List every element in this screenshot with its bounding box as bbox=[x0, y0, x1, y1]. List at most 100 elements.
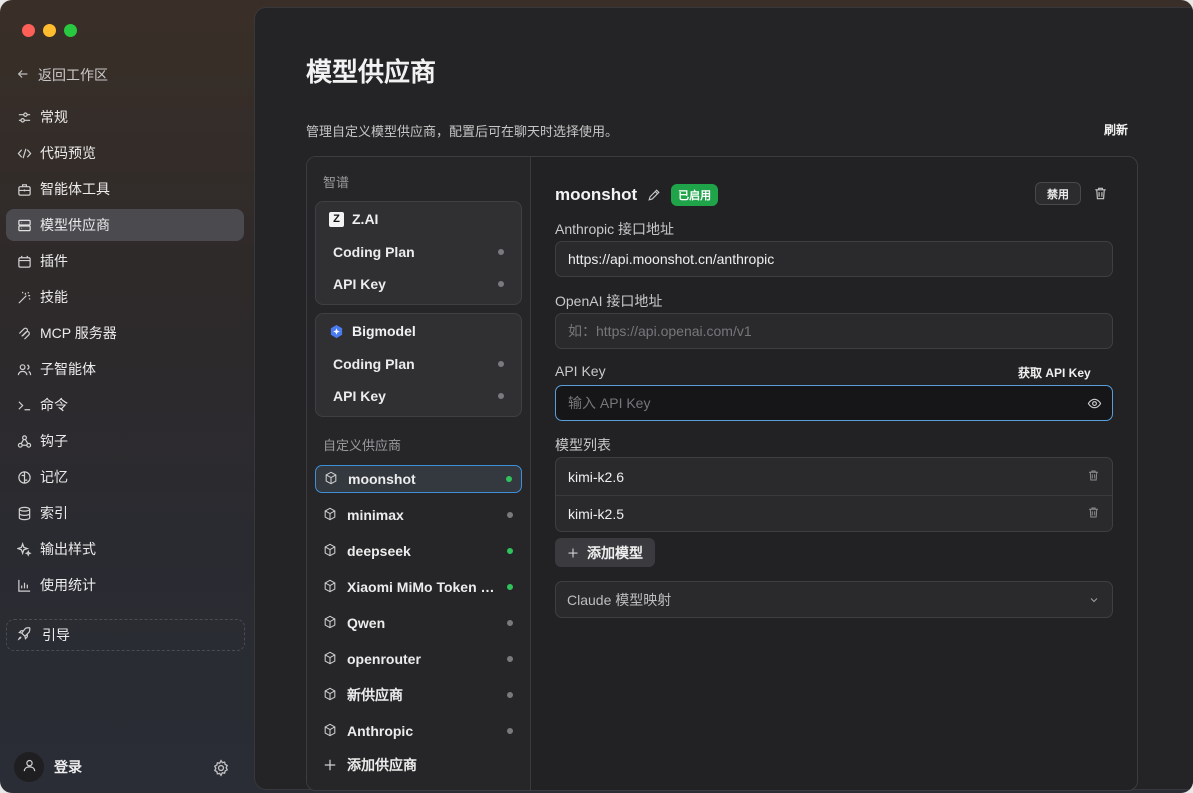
custom-provider-minimax[interactable]: minimax bbox=[315, 501, 522, 529]
cube-icon bbox=[323, 507, 337, 524]
zai-logo-icon: Z bbox=[329, 211, 344, 227]
status-badge: 已启用 bbox=[671, 184, 719, 206]
disable-button[interactable]: 禁用 bbox=[1035, 182, 1081, 205]
custom-provider-openrouter[interactable]: openrouter bbox=[315, 645, 522, 673]
api-key-label: API Key bbox=[555, 363, 606, 379]
status-dot bbox=[507, 548, 513, 554]
cube-icon bbox=[323, 579, 337, 596]
database-icon bbox=[16, 505, 32, 521]
eye-icon[interactable] bbox=[1087, 396, 1102, 411]
custom-provider-qwen[interactable]: Qwen bbox=[315, 609, 522, 637]
provider-option-coding-plan[interactable]: Coding Plan bbox=[316, 236, 521, 268]
status-dot bbox=[498, 281, 504, 287]
sidebar-item-label: MCP 服务器 bbox=[40, 325, 117, 341]
sidebar-item-subagents[interactable]: 子智能体 bbox=[6, 353, 244, 385]
status-dot bbox=[507, 728, 513, 734]
status-dot bbox=[507, 692, 513, 698]
status-dot bbox=[498, 249, 504, 255]
server-icon bbox=[16, 217, 32, 233]
bar-chart-icon bbox=[16, 577, 32, 593]
login-label: 登录 bbox=[54, 759, 82, 775]
custom-provider-xiaomi-mimo[interactable]: Xiaomi MiMo Token Plan bbox=[315, 573, 522, 601]
models-list-label: 模型列表 bbox=[555, 437, 611, 453]
api-key-input[interactable]: 输入 API Key bbox=[555, 385, 1113, 421]
sidebar-item-agent-tools[interactable]: 智能体工具 bbox=[6, 173, 244, 205]
provider-option-coding-plan[interactable]: Coding Plan bbox=[316, 348, 521, 380]
sidebar-item-usage-stats[interactable]: 使用统计 bbox=[6, 569, 244, 601]
guide-label: 引导 bbox=[42, 627, 70, 643]
option-label: Coding Plan bbox=[333, 356, 415, 372]
refresh-button[interactable]: 刷新 bbox=[1104, 121, 1128, 138]
main-content: 模型供应商 管理自定义模型供应商，配置后可在聊天时选择使用。 刷新 智谱 Z Z… bbox=[254, 7, 1193, 791]
cube-icon bbox=[323, 723, 337, 740]
app-window: 返回工作区 常规 代码预览 智能体工具 模型供应商 插件 技能 MCP 服务器 … bbox=[0, 0, 1193, 793]
user-icon bbox=[22, 758, 37, 776]
login-button[interactable]: 登录 bbox=[14, 752, 82, 782]
mcp-icon bbox=[16, 325, 32, 341]
avatar bbox=[14, 752, 44, 782]
back-to-workspace-link[interactable]: 返回工作区 bbox=[16, 64, 108, 86]
claude-model-mapping-dropdown[interactable]: Claude 模型映射 bbox=[555, 581, 1113, 618]
plugin-icon bbox=[16, 253, 32, 269]
chevron-down-icon bbox=[1088, 594, 1100, 606]
provider-option-api-key[interactable]: API Key bbox=[316, 380, 521, 412]
trash-icon[interactable] bbox=[1087, 506, 1100, 522]
custom-provider-new[interactable]: 新供应商 bbox=[315, 681, 522, 709]
sidebar-item-mcp-servers[interactable]: MCP 服务器 bbox=[6, 317, 244, 349]
providers-panel: 智谱 Z Z.AI Coding Plan API Key Bigmodel C… bbox=[306, 156, 1138, 791]
gear-icon[interactable] bbox=[212, 759, 230, 777]
provider-detail: moonshot 已启用 禁用 Anthropic 接口地址 https://a… bbox=[531, 157, 1137, 790]
sidebar-item-general[interactable]: 常规 bbox=[6, 101, 244, 133]
list-item: kimi-k2.6 bbox=[556, 458, 1112, 495]
sidebar: 返回工作区 常规 代码预览 智能体工具 模型供应商 插件 技能 MCP 服务器 … bbox=[0, 0, 254, 793]
provider-detail-name: moonshot bbox=[555, 185, 638, 204]
page-description: 管理自定义模型供应商，配置后可在聊天时选择使用。 bbox=[306, 124, 619, 139]
provider-name: moonshot bbox=[348, 471, 416, 487]
guide-button[interactable]: 引导 bbox=[6, 619, 245, 651]
get-api-key-link[interactable]: 获取 API Key bbox=[1018, 364, 1091, 381]
provider-card-header[interactable]: Bigmodel bbox=[316, 314, 521, 348]
sidebar-item-model-providers[interactable]: 模型供应商 bbox=[6, 209, 244, 241]
sidebar-item-skills[interactable]: 技能 bbox=[6, 281, 244, 313]
custom-provider-anthropic[interactable]: Anthropic bbox=[315, 717, 522, 745]
sidebar-item-label: 使用统计 bbox=[40, 577, 96, 593]
sidebar-item-index[interactable]: 索引 bbox=[6, 497, 244, 529]
sidebar-item-commands[interactable]: 命令 bbox=[6, 389, 244, 421]
sidebar-item-code-preview[interactable]: 代码预览 bbox=[6, 137, 244, 169]
provider-name: Qwen bbox=[347, 615, 386, 631]
status-dot bbox=[507, 584, 513, 590]
provider-option-api-key[interactable]: API Key bbox=[316, 268, 521, 300]
status-dot bbox=[498, 393, 504, 399]
trash-icon[interactable] bbox=[1087, 469, 1100, 485]
sidebar-item-plugins[interactable]: 插件 bbox=[6, 245, 244, 277]
brain-icon bbox=[16, 469, 32, 485]
bigmodel-logo-icon bbox=[329, 324, 344, 339]
sidebar-item-hooks[interactable]: 钩子 bbox=[6, 425, 244, 457]
sidebar-item-output-styles[interactable]: 输出样式 bbox=[6, 533, 244, 565]
openai-url-input[interactable]: 如：https://api.openai.com/v1 bbox=[555, 313, 1113, 349]
provider-name: 新供应商 bbox=[347, 687, 403, 703]
cube-icon bbox=[324, 471, 338, 488]
anthropic-url-input[interactable]: https://api.moonshot.cn/anthropic bbox=[555, 241, 1113, 277]
provider-name: minimax bbox=[347, 507, 404, 523]
status-dot bbox=[507, 512, 513, 518]
anthropic-url-label: Anthropic 接口地址 bbox=[555, 221, 675, 237]
option-label: API Key bbox=[333, 276, 386, 292]
status-dot bbox=[506, 476, 512, 482]
mapping-label: Claude 模型映射 bbox=[567, 591, 672, 608]
add-provider-button[interactable]: 添加供应商 bbox=[323, 755, 417, 775]
models-list: kimi-k2.6 kimi-k2.5 bbox=[555, 457, 1113, 532]
sidebar-item-memory[interactable]: 记忆 bbox=[6, 461, 244, 493]
openai-url-label: OpenAI 接口地址 bbox=[555, 293, 663, 309]
custom-provider-deepseek[interactable]: deepseek bbox=[315, 537, 522, 565]
provider-card-header[interactable]: Z Z.AI bbox=[316, 202, 521, 236]
sidebar-item-label: 代码预览 bbox=[40, 145, 96, 161]
custom-provider-moonshot[interactable]: moonshot bbox=[315, 465, 522, 493]
pencil-icon[interactable] bbox=[647, 188, 661, 202]
add-model-button[interactable]: 添加模型 bbox=[555, 538, 655, 567]
provider-card-zai: Z Z.AI Coding Plan API Key bbox=[315, 201, 522, 305]
sidebar-item-label: 智能体工具 bbox=[40, 181, 110, 197]
webhook-icon bbox=[16, 433, 32, 449]
toolbox-icon bbox=[16, 181, 32, 197]
trash-icon[interactable] bbox=[1093, 186, 1108, 201]
